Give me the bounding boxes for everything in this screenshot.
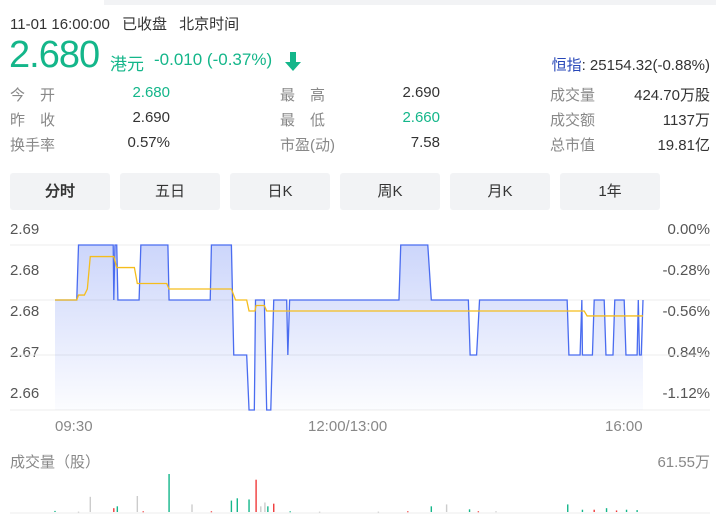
volume-bar [593,509,595,512]
volume-bar [168,474,170,512]
volume-bar [89,496,91,512]
volume-bar [236,498,238,512]
volume-bar [430,506,433,512]
volume-bar [142,511,144,513]
volume-bar [567,504,569,512]
volume-bar [605,508,608,512]
volume-bar [445,504,448,512]
volume-bar [625,509,628,512]
volume-bar [255,479,257,512]
volume-bar [407,511,409,513]
volume-bar [289,511,291,513]
volume-bar [581,509,584,512]
volume-bar [318,511,321,513]
volume-bar [116,506,119,512]
volume-bar [273,503,275,512]
volume-bar [477,511,480,513]
volume-bar [210,511,213,513]
volume-bar [267,506,269,512]
volume-bar [54,510,56,512]
volume-bar [248,499,250,512]
volume-bar [260,506,262,512]
intraday-chart[interactable] [0,0,716,522]
volume-bar [615,510,618,512]
volume-bar [495,511,497,513]
volume-bar [77,511,80,513]
volume-bar [113,508,115,512]
volume-bar [191,504,193,512]
volume-bar [136,496,139,512]
price-area [55,245,643,410]
volume-bar [230,500,233,512]
volume-bar [377,511,380,513]
volume-bar [468,509,471,512]
volume-bar [264,502,266,512]
volume-bar [636,510,638,512]
